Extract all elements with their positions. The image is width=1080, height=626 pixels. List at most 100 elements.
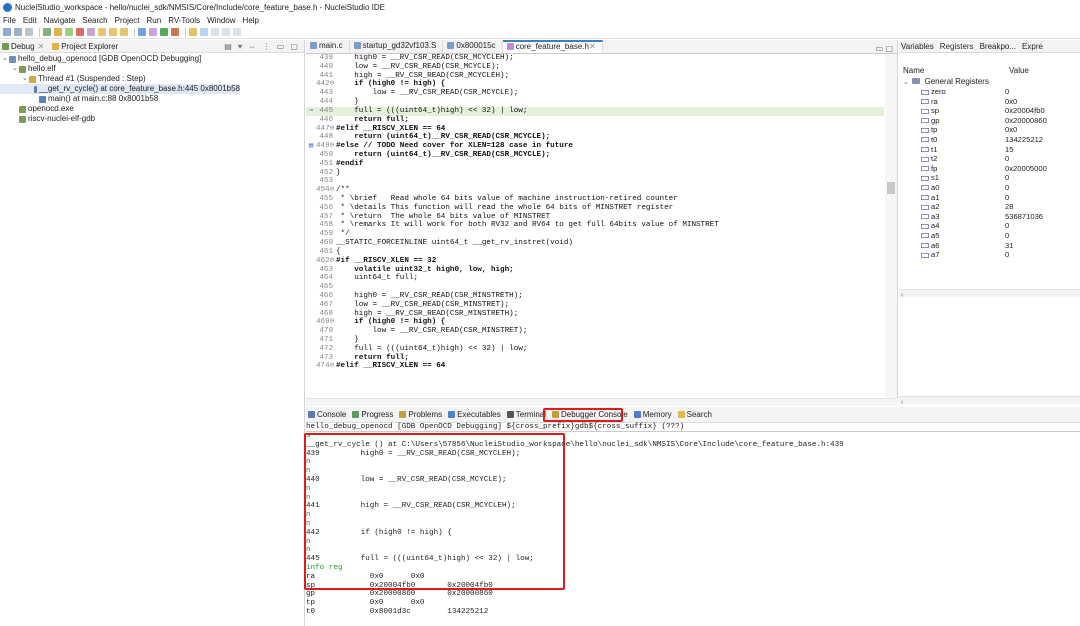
code-line[interactable]: 467 low = __RV_CSR_READ(CSR_MINSTRET); [306, 301, 884, 310]
code-line[interactable]: 466 high0 = __RV_CSR_READ(CSR_MINSTRETH)… [306, 292, 884, 301]
code-line[interactable]: 447⊖ #elif __RISCV_XLEN == 64 [306, 125, 884, 134]
code-line[interactable]: 440 low = __RV_CSR_READ(CSR_MCYCLE); [306, 63, 884, 72]
code-line[interactable]: 462⊖ #if __RISCV_XLEN == 32 [306, 257, 884, 266]
register-row[interactable]: t1 15 [899, 145, 1080, 155]
close-icon[interactable]: ✕ [38, 42, 45, 51]
menu-window[interactable]: Window [207, 16, 235, 25]
new-icon[interactable] [3, 28, 11, 36]
register-value[interactable]: 0 [1005, 221, 1075, 231]
save-all-icon[interactable] [25, 28, 33, 36]
tab-breakpo[interactable]: Breakpo... [980, 42, 1016, 51]
build-icon[interactable] [43, 28, 51, 36]
code-line[interactable]: 474⊖ #elif __RISCV_XLEN == 64 [306, 362, 884, 371]
register-value[interactable]: 31 [1005, 241, 1075, 251]
tab-console[interactable]: Console [308, 410, 346, 419]
tab-debug[interactable]: Debug ✕ [2, 42, 44, 51]
code-line[interactable]: 450 return (uint64_t)__RV_CSR_READ(CSR_M… [306, 151, 884, 160]
register-row[interactable]: a2 28 [899, 202, 1080, 212]
tab-executables[interactable]: Executables [448, 410, 501, 419]
debug-tree-item[interactable]: ⌄ Thread #1 (Suspended : Step) [0, 74, 304, 84]
tab-progress[interactable]: Progress [352, 410, 393, 419]
register-row[interactable]: t2 0 [899, 154, 1080, 164]
code-line[interactable]: 465 [306, 283, 884, 292]
scroll-thumb[interactable] [887, 182, 895, 194]
debug-tree-item[interactable]: openocd.exe [0, 104, 304, 114]
menu-rv-tools[interactable]: RV-Tools [168, 16, 200, 25]
code-line[interactable]: 470 low = __RV_CSR_READ(CSR_MINSTRET); [306, 327, 884, 336]
register-value[interactable]: 0x0 [1005, 125, 1075, 135]
tab-expre[interactable]: Expre [1022, 42, 1043, 51]
tab-memory[interactable]: Memory [633, 410, 672, 419]
tab-project-explorer[interactable]: Project Explorer [52, 42, 118, 51]
code-line[interactable]: 453 [306, 177, 884, 186]
chevron-down-icon[interactable]: ⌄ [2, 54, 9, 64]
code-line[interactable]: 452} [306, 169, 884, 178]
menu-run[interactable]: Run [147, 16, 162, 25]
register-row[interactable]: sp 0x20004fb0 [899, 106, 1080, 116]
code-line[interactable]: 442⊖ if (high0 != high) { [306, 80, 884, 89]
menu-project[interactable]: Project [115, 16, 140, 25]
disconnect-icon[interactable] [87, 28, 95, 36]
code-line[interactable]: 448 return (uint64_t)__RV_CSR_READ(CSR_M… [306, 133, 884, 142]
editor-vertical-scrollbar[interactable] [885, 54, 897, 398]
registers-horizontal-scrollbar[interactable]: ‹ [899, 289, 1080, 299]
register-value[interactable]: 0x20004fb0 [1005, 106, 1075, 116]
instruction-stepping-icon[interactable] [138, 28, 146, 36]
annotation-icon[interactable] [211, 28, 219, 36]
forward-icon[interactable] [233, 28, 241, 36]
code-line[interactable]: 472 full = (((uint64_t)high) << 32) | lo… [306, 345, 884, 354]
tab-registers[interactable]: Registers [939, 41, 974, 51]
code-line[interactable]: 444 } [306, 98, 884, 107]
debug-tree-item[interactable]: ⌄ hello.elf [0, 64, 304, 74]
register-row[interactable]: s1 0 [899, 173, 1080, 183]
register-value[interactable]: 0 [1005, 231, 1075, 241]
code-line[interactable]: 469⊖ if (high0 != high) { [306, 318, 884, 327]
code-line[interactable]: 441 high = __RV_CSR_READ(CSR_MCYCLEH); [306, 72, 884, 81]
code-line[interactable]: 456 * \details This function will read t… [306, 204, 884, 213]
code-line[interactable]: 459 */ [306, 230, 884, 239]
register-value[interactable]: 0x20005000 [1005, 164, 1075, 174]
code-line[interactable]: 463 volatile uint32_t high0, low, high; [306, 266, 884, 275]
code-line[interactable]: 443 low = __RV_CSR_READ(CSR_MCYCLE); [306, 89, 884, 98]
register-row[interactable]: zero 0 [899, 87, 1080, 97]
menu-search[interactable]: Search [82, 16, 107, 25]
debug-tree-item[interactable]: main() at main.c:88 0x8001b58 [0, 94, 304, 104]
editor-tab[interactable]: startup_gd32vf103.S [350, 40, 444, 53]
code-line[interactable]: 439 high0 = __RV_CSR_READ(CSR_MCYCLEH); [306, 54, 884, 63]
editor-tab[interactable]: core_feature_base.h ✕ [502, 40, 603, 53]
register-value[interactable]: 0x20000860 [1005, 116, 1075, 126]
register-row[interactable]: ra 0x0 [899, 97, 1080, 107]
tab-debugger-console[interactable]: Debugger Console [552, 410, 628, 419]
code-line[interactable]: 460 __STATIC_FORCEINLINE uint64_t __get_r… [306, 239, 884, 248]
register-value[interactable]: 134225212 [1005, 135, 1075, 145]
code-line[interactable]: 451 #endif [306, 160, 884, 169]
tab-terminal[interactable]: Terminal [506, 410, 546, 419]
register-value[interactable]: 0 [1005, 250, 1075, 260]
tab-variables[interactable]: Variables [901, 42, 934, 51]
code-area[interactable]: 439 high0 = __RV_CSR_READ(CSR_MCYCLEH); 4… [306, 54, 884, 398]
register-value[interactable]: 15 [1005, 145, 1075, 155]
register-value[interactable]: 0 [1005, 173, 1075, 183]
tab-problems[interactable]: Problems [399, 410, 442, 419]
code-line[interactable]: 473 return full; [306, 354, 884, 363]
run-icon[interactable] [160, 28, 168, 36]
debug-tree-item[interactable]: riscv-nuclei-elf-gdb [0, 114, 304, 124]
step-into-icon[interactable] [98, 28, 106, 36]
register-row[interactable]: gp 0x20000860 [899, 116, 1080, 126]
menu-edit[interactable]: Edit [23, 16, 37, 25]
register-value[interactable]: 0 [1005, 154, 1075, 164]
code-line[interactable]: 457 * \return The whole 64 bits value of… [306, 213, 884, 222]
code-line[interactable]: 454⊖/** [306, 186, 884, 195]
menu-navigate[interactable]: Navigate [44, 16, 76, 25]
console-output[interactable]: s __get_rv_cycle () at C:\Users\57856\Nuc… [306, 432, 1080, 617]
resume-icon[interactable] [65, 28, 73, 36]
code-line[interactable]: 468 high = __RV_CSR_READ(CSR_MINSTRETH); [306, 310, 884, 319]
save-icon[interactable] [14, 28, 22, 36]
view-toolbar-icons[interactable]: ▤ ▾ ⇔ ⋮ ▭ ▢ [224, 42, 300, 51]
debug-tree-item[interactable]: __get_rv_cycle() at core_feature_base.h:… [0, 84, 240, 94]
register-value[interactable]: 0 [1005, 193, 1075, 203]
code-line[interactable]: 458 * \remarks It will work for both RV3… [306, 221, 884, 230]
editor-tab[interactable]: main.c [306, 40, 350, 53]
code-line[interactable]: ▤ 449⊖ #else // TODO Need cover for XLEN=1… [306, 142, 884, 151]
code-line[interactable]: 455 * \brief Read whole 64 bits value of… [306, 195, 884, 204]
